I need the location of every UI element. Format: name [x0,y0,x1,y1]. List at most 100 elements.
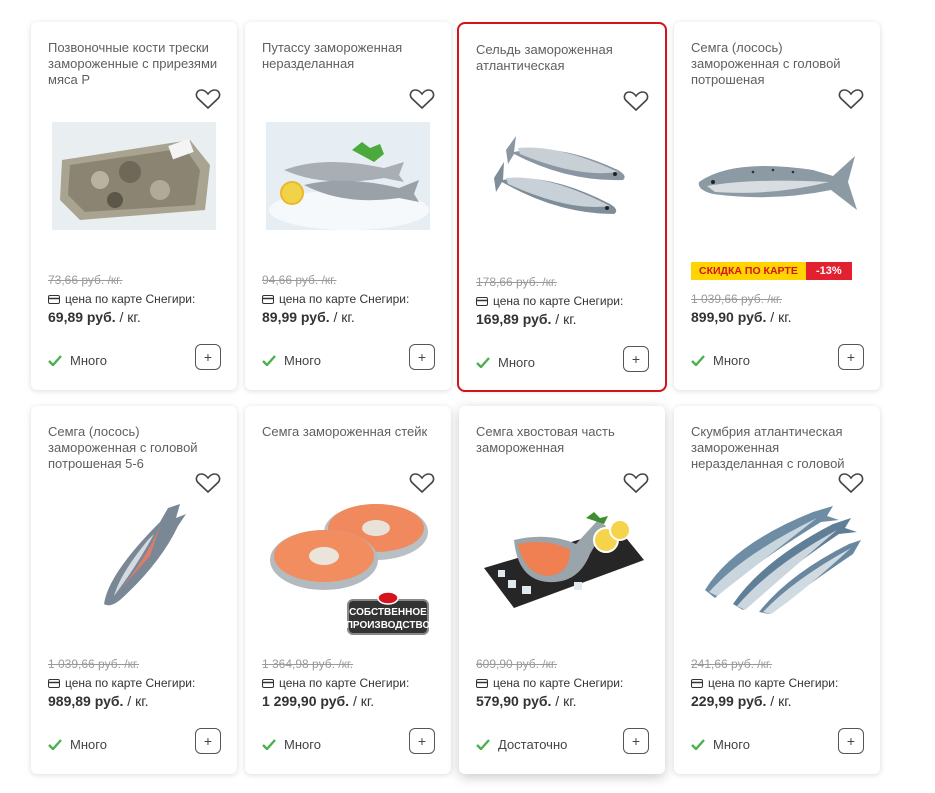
price-value: 899,90 руб. [691,309,767,325]
product-title[interactable]: Семга (лосось) замороженная с головой по… [691,40,867,88]
add-to-cart-button[interactable]: + [195,728,221,754]
heart-icon[interactable] [409,472,435,494]
add-to-cart-button[interactable]: + [409,728,435,754]
product-title[interactable]: Сельдь замороженная атлантическая [476,42,652,74]
product-image[interactable]: СОБСТВЕННОЕ ПРОИЗВОДСТВО [262,502,434,635]
stock-status: Много [48,737,107,752]
stamp-text-2: ПРОИЗВОДСТВО [346,620,431,631]
product-image[interactable] [691,118,863,234]
salmon-tail-image [484,512,644,608]
plus-icon: + [631,733,641,749]
price-value: 169,89 руб. [476,311,552,327]
add-to-cart-button[interactable]: + [838,728,864,754]
loyalty-card-line: цена по карте Снегири: [48,676,195,690]
card-icon [476,296,488,306]
stock-text: Много [498,355,535,370]
add-to-cart-button[interactable]: + [195,344,221,370]
product-card[interactable]: Позвоночные кости трески замороженные с … [31,22,237,390]
plus-icon: + [417,733,427,749]
price-value: 1 299,90 руб. [262,693,350,709]
price-unit: / кг. [770,309,792,325]
stock-status: Достаточно [476,737,567,752]
own-production-stamp: СОБСТВЕННОЕ ПРОИЗВОДСТВО [346,591,431,635]
price-unit: / кг. [770,693,792,709]
loyalty-card-line: цена по карте Снегири: [691,676,838,690]
heart-icon[interactable] [623,90,649,112]
card-icon [48,678,60,688]
product-card[interactable]: Семга (лосось) замороженная с головой по… [31,406,237,774]
product-image[interactable] [48,118,220,234]
product-image[interactable] [476,120,648,236]
product-card[interactable]: Семга (лосось) замороженная с головой по… [674,22,880,390]
check-icon [48,739,62,750]
card-discount-badge: СКИДКА ПО КАРТЕ [691,262,806,280]
stock-text: Много [713,737,750,752]
product-title[interactable]: Позвоночные кости трески замороженные с … [48,40,224,88]
card-price-label: цена по карте Снегири: [279,676,410,690]
stock-status: Много [691,737,750,752]
stock-status: Много [262,353,321,368]
product-image[interactable] [48,502,220,618]
old-price: 241,66 руб. /кг. [691,657,773,671]
old-price: 1 039,66 руб. /кг. [48,657,140,671]
product-title[interactable]: Семга замороженная стейк [262,424,438,440]
check-icon [691,355,705,366]
heart-icon[interactable] [409,88,435,110]
product-card[interactable]: Семга хвостовая часть замороженная 609,9… [459,406,665,774]
discount-badges: СКИДКА ПО КАРТЕ -13% [691,262,852,280]
product-image[interactable] [476,502,648,618]
price-unit: / кг. [352,693,375,709]
add-to-cart-button[interactable]: + [623,346,649,372]
check-icon [691,739,705,750]
price: 169,89 руб. / кг. [476,311,577,327]
plus-icon: + [846,349,856,365]
check-icon [476,357,490,368]
price-value: 229,99 руб. [691,693,767,709]
card-icon [476,678,488,688]
stock-status: Много [691,353,750,368]
price-unit: / кг. [555,693,577,709]
add-to-cart-button[interactable]: + [838,344,864,370]
price: 989,89 руб. / кг. [48,693,149,709]
card-price-label: цена по карте Снегири: [493,676,624,690]
product-card[interactable]: Скумбрия атлантическая замороженная нера… [674,406,880,774]
add-to-cart-button[interactable]: + [623,728,649,754]
product-title[interactable]: Скумбрия атлантическая замороженная нера… [691,424,867,472]
cod-bones-image [52,122,216,230]
product-image[interactable] [691,502,863,618]
product-title[interactable]: Семга (лосось) замороженная с головой по… [48,424,224,472]
product-title[interactable]: Семга хвостовая часть замороженная [476,424,652,456]
blue-whiting-image [266,122,430,230]
price-unit: / кг. [119,309,141,325]
stock-text: Много [284,353,321,368]
card-icon [262,678,274,688]
price: 69,89 руб. / кг. [48,309,141,325]
heart-icon[interactable] [623,472,649,494]
product-card[interactable]: Путассу замороженная неразделанная 94,66… [245,22,451,390]
check-icon [476,739,490,750]
card-price-label: цена по карте Снегири: [65,676,196,690]
product-image[interactable] [262,118,434,234]
price: 229,99 руб. / кг. [691,693,792,709]
price-unit: / кг. [555,311,577,327]
price-value: 89,99 руб. [262,309,330,325]
old-price: 178,66 руб. /кг. [476,275,558,289]
product-card[interactable]: Семга замороженная стейк СОБСТВЕННОЕ ПРО… [245,406,451,774]
product-card[interactable]: Сельдь замороженная атлантическая 178,66… [457,22,667,392]
heart-icon[interactable] [838,472,864,494]
stock-status: Много [262,737,321,752]
plus-icon: + [203,733,213,749]
add-to-cart-button[interactable]: + [409,344,435,370]
heart-icon[interactable] [195,472,221,494]
product-title[interactable]: Путассу замороженная неразделанная [262,40,438,72]
heart-icon[interactable] [838,88,864,110]
price-value: 69,89 руб. [48,309,116,325]
check-icon [48,355,62,366]
old-price: 609,90 руб. /кг. [476,657,558,671]
heart-icon[interactable] [195,88,221,110]
loyalty-card-line: цена по карте Снегири: [476,294,623,308]
plus-icon: + [417,349,427,365]
herring-image [494,136,625,214]
price: 89,99 руб. / кг. [262,309,355,325]
stock-status: Много [476,355,535,370]
